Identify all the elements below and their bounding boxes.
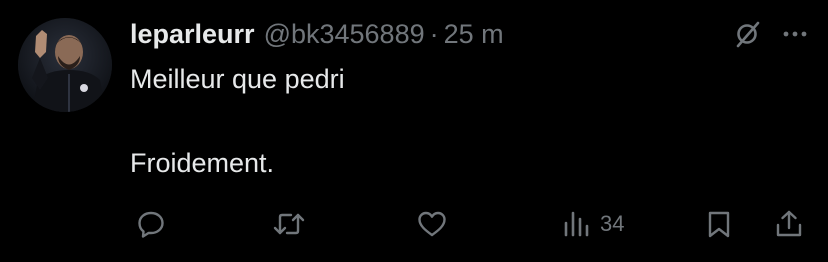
tweet-text: Meilleur que pedri Froidement. [130, 58, 790, 184]
views-button[interactable]: 34 [562, 204, 624, 244]
avatar[interactable] [18, 18, 112, 112]
display-name[interactable]: leparleurr [130, 14, 255, 54]
like-icon [416, 209, 448, 239]
repost-button[interactable] [272, 204, 306, 244]
like-button[interactable] [416, 204, 448, 244]
grok-icon[interactable] [732, 19, 762, 49]
tweet-text-line: Froidement. [130, 148, 275, 178]
user-handle[interactable]: @bk3456889 [264, 14, 425, 54]
views-icon [562, 209, 592, 239]
profile-photo [18, 18, 112, 112]
repost-icon [272, 209, 306, 239]
tweet-header: leparleurr @bk3456889 · 25 m [130, 14, 504, 54]
views-count: 34 [600, 211, 625, 236]
tweet-text-line: Meilleur que pedri [130, 64, 345, 94]
bookmark-button[interactable] [704, 204, 734, 244]
separator-dot: · [429, 19, 439, 49]
reply-button[interactable] [136, 204, 166, 244]
bookmark-icon [704, 209, 734, 239]
more-icon[interactable] [780, 19, 810, 49]
reply-icon [136, 209, 166, 239]
share-button[interactable] [774, 204, 804, 244]
timestamp[interactable]: 25 m [444, 14, 504, 54]
tweet[interactable]: leparleurr @bk3456889 · 25 m Meilleur qu… [0, 0, 828, 252]
header-actions [732, 19, 810, 49]
share-icon [774, 209, 804, 239]
